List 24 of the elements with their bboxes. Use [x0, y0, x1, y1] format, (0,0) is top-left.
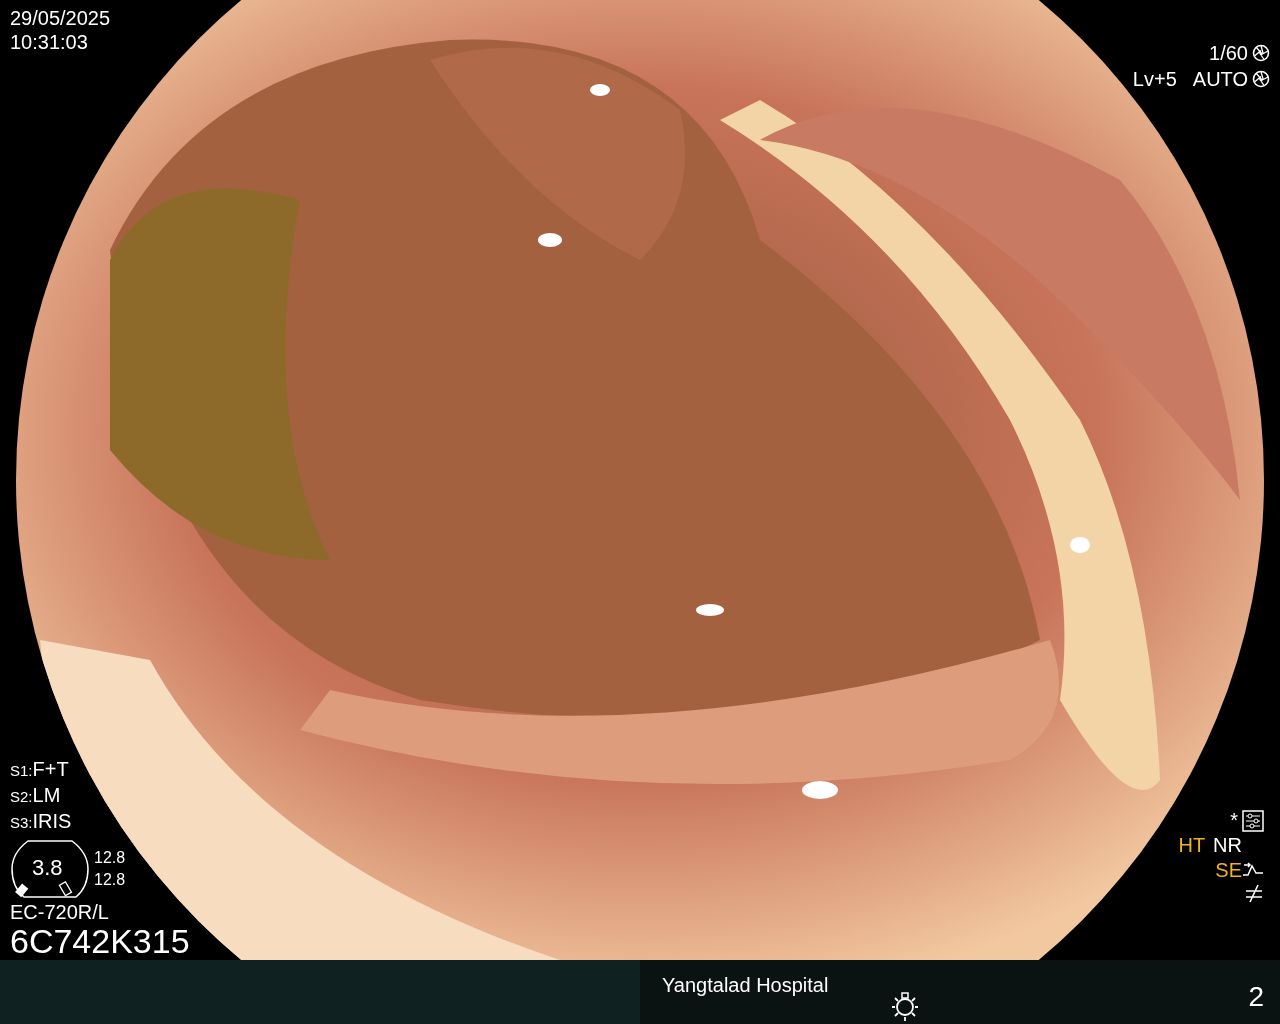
switch-assignment: S1:F+T: [10, 757, 70, 782]
scope-model: EC-720R/L: [10, 901, 110, 923]
shutter-icon: [1252, 44, 1270, 62]
bending-value: 3.8: [32, 856, 63, 880]
lamp-icon: [890, 992, 920, 1022]
date-text: 29/05/2025: [10, 6, 111, 30]
switch-assignment: S2:LM: [10, 783, 62, 808]
image-mode: SE: [1215, 858, 1242, 883]
iris-icon: [1252, 70, 1270, 88]
gauge-reading: 12.8: [94, 870, 126, 890]
not-equal-icon: [1244, 883, 1264, 903]
shutter-speed: 1/60: [1209, 41, 1248, 66]
gauge-reading: 12.8: [94, 848, 126, 868]
time-text: 10:31:03: [10, 30, 89, 54]
hospital-name: Yangtalad Hospital: [662, 973, 829, 998]
settings-icon: [1242, 809, 1264, 832]
iris-mode: AUTO: [1192, 67, 1248, 92]
page-number: 2: [1248, 980, 1264, 1014]
image-mode: HT: [1178, 833, 1206, 858]
asterisk-mark: *: [1230, 808, 1238, 833]
image-mode: NR: [1213, 833, 1242, 858]
serial-number: 6C742K315: [10, 923, 190, 959]
switch-assignment: S3:IRIS: [10, 809, 73, 834]
brightness-level: Lv+5: [1132, 67, 1177, 92]
